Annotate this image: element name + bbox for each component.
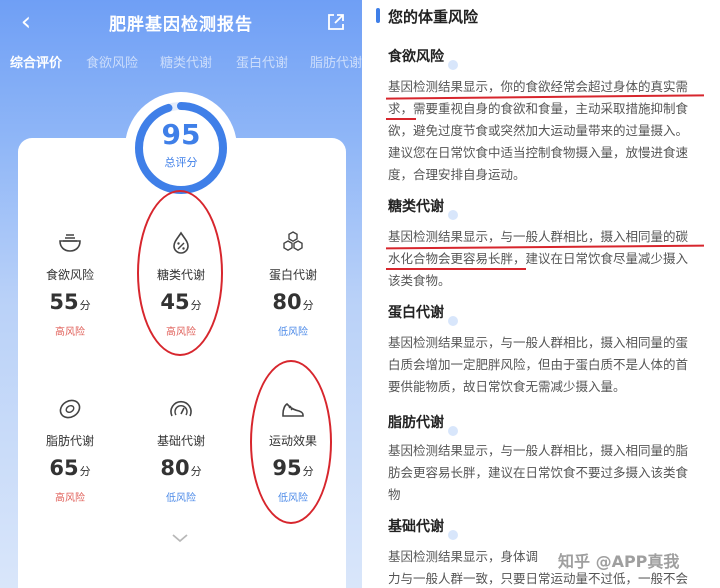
watermark: 知乎 @APP真我	[558, 552, 680, 571]
text-line: 水化合物会更容易长胖，建议在日常饮食尽量减少摄入	[388, 251, 689, 266]
tab-fat[interactable]: 脂肪代谢	[310, 52, 362, 71]
metric-protein[interactable]: 蛋白代谢 80分 低风险	[243, 230, 343, 350]
subtitle-dot	[448, 60, 458, 70]
metric-value: 80分	[272, 290, 314, 314]
share-icon[interactable]	[326, 12, 346, 32]
article-paragraph-appetite: 基因检测结果显示，你的食欲经常会超过身体的真实需 求，需要重视自身的食欲和食量，…	[388, 76, 704, 186]
text-line: 基因检测结果显示，与一般人群相比，摄入相同量的蛋	[388, 335, 689, 350]
metric-risk: 低风险	[278, 327, 308, 338]
total-score-gauge: 95 总评分	[125, 92, 237, 204]
metric-basal[interactable]: 基础代谢 80分 低风险	[131, 396, 231, 516]
subtitle-dot	[448, 210, 458, 220]
metric-name: 基础代谢	[156, 434, 205, 448]
section-accent-bar	[376, 8, 380, 23]
text-line: 物	[388, 487, 401, 502]
hexagons-icon	[283, 231, 303, 252]
top-bar: ‹ 肥胖基因检测报告	[0, 0, 362, 44]
tab-appetite[interactable]: 食欲风险	[86, 52, 138, 71]
article-subtitle-appetite: 食欲风险	[388, 49, 444, 65]
subtitle-dot	[448, 530, 458, 540]
text-line: 求，需要重视自身的食欲和食量，主动采取措施抑制食	[388, 101, 689, 116]
annotation-ellipse-exercise	[250, 360, 332, 524]
annotation-ellipse-sugar	[137, 190, 223, 356]
tab-protein[interactable]: 蛋白代谢	[236, 52, 288, 71]
total-score-value: 95	[161, 118, 201, 151]
article-subtitle-sugar: 糖类代谢	[388, 199, 444, 215]
app-screen: ‹ 肥胖基因检测报告 综合评价 食欲风险 糖类代谢 蛋白代谢 脂肪代谢 95 总…	[0, 0, 362, 588]
metric-value: 80分	[160, 456, 202, 480]
tab-overview[interactable]: 综合评价	[10, 52, 62, 71]
page-title: 肥胖基因检测报告	[109, 15, 253, 35]
metric-value: 65分	[49, 456, 91, 480]
total-score-label: 总评分	[164, 156, 198, 169]
metric-name: 蛋白代谢	[268, 268, 317, 282]
text-line: 该类食物。	[388, 273, 451, 288]
text-line: 要供能物质，故日常饮食无需减少摄入量。	[388, 379, 626, 394]
metric-fat[interactable]: 脂肪代谢 65分 高风险	[20, 396, 120, 516]
text-line: 度，合理安排自身运动。	[388, 167, 526, 182]
article-subtitle-protein: 蛋白代谢	[388, 305, 444, 321]
bowl-icon	[59, 234, 81, 252]
tab-bar: 综合评价 食欲风险 糖类代谢 蛋白代谢 脂肪代谢	[0, 52, 362, 76]
metric-name: 食欲风险	[45, 268, 94, 282]
metric-risk: 低风险	[166, 493, 196, 504]
article-subtitle-fat: 脂肪代谢	[388, 415, 444, 431]
weight-risk-article: 您的体重风险 食欲风险 基因检测结果显示，你的食欲经常会超过身体的真实需 求，需…	[362, 0, 720, 588]
annotation-underline	[386, 118, 416, 120]
article-paragraph-protein: 基因检测结果显示，与一般人群相比，摄入相同量的蛋 白质会增加一定肥胖风险，但由于…	[388, 332, 704, 398]
metric-risk: 高风险	[55, 327, 85, 338]
subtitle-dot	[448, 316, 458, 326]
text-line: 基因检测结果显示，与一般人群相比，摄入相同量的脂	[388, 443, 689, 458]
metric-name: 脂肪代谢	[45, 434, 94, 448]
metric-appetite[interactable]: 食欲风险 55分 高风险	[20, 230, 120, 350]
gauge-icon	[170, 400, 192, 417]
article-subtitle-basal: 基础代谢	[388, 519, 444, 535]
article-paragraph-sugar: 基因检测结果显示，与一般人群相比，摄入相同量的碳 水化合物会更容易长胖，建议在日…	[388, 226, 704, 292]
text-line: 建议您在日常饮食中适当控制食物摄入量，放慢进食速	[388, 145, 689, 160]
section-title: 您的体重风险	[388, 8, 479, 26]
metric-value: 55分	[49, 290, 91, 314]
article-paragraph-fat: 基因检测结果显示，与一般人群相比，摄入相同量的脂 肪会更容易长胖，建议在日常饮食…	[388, 440, 704, 506]
text-line: 白质会增加一定肥胖风险，但由于蛋白质不是人体的首	[388, 357, 689, 372]
text-line: 欲，避免过度节食或突然加大运动量带来的过量摄入。	[388, 123, 689, 138]
annotation-underline	[386, 268, 526, 270]
fat-cell-icon	[59, 399, 81, 419]
subtitle-dot	[448, 426, 458, 436]
tab-sugar[interactable]: 糖类代谢	[160, 52, 212, 71]
metric-risk: 高风险	[55, 493, 85, 504]
text-line: 肪会更容易长胖，建议在日常饮食不要过多摄入该类食	[388, 465, 689, 480]
chevron-down-icon[interactable]	[171, 532, 189, 544]
